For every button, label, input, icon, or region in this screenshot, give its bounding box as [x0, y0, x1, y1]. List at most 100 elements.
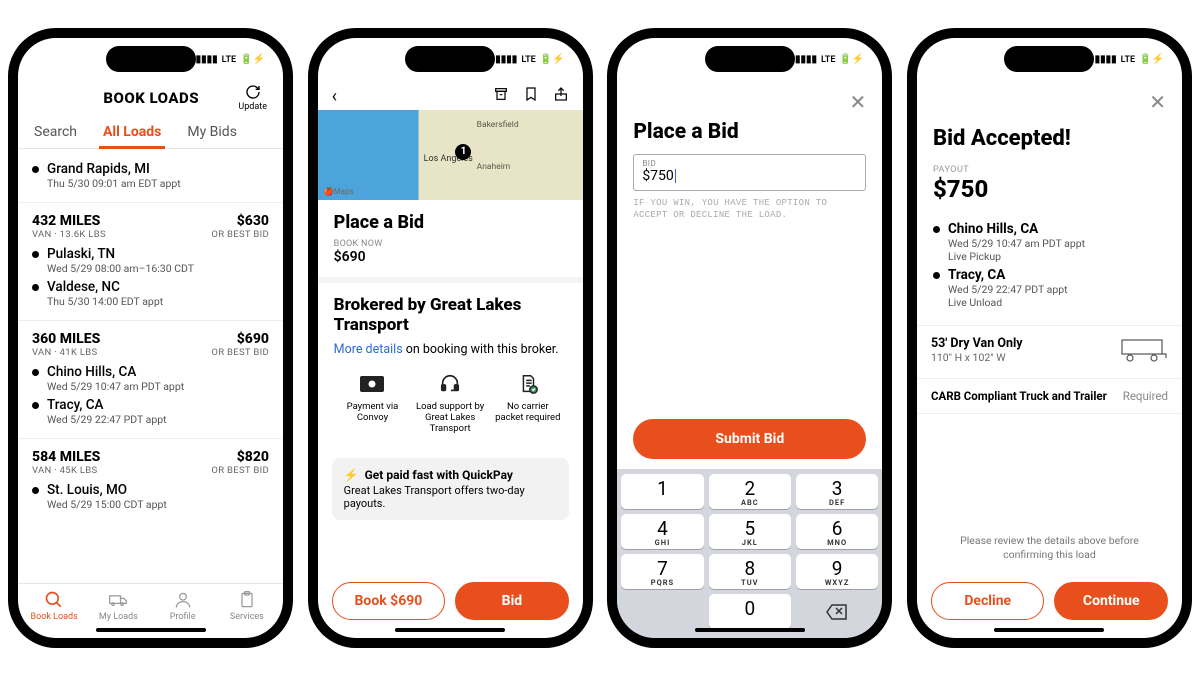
- key-9[interactable]: 9WXYZ: [796, 554, 878, 589]
- key-1[interactable]: 1: [621, 474, 703, 509]
- page-title: BOOK LOADS: [64, 89, 238, 107]
- battery-icon: 🔋⚡: [839, 54, 864, 65]
- bid-input-value: $750: [642, 168, 673, 184]
- stop-city: Pulaski, TN: [47, 246, 194, 262]
- home-indicator[interactable]: [96, 628, 206, 632]
- bid-input-label: BID: [642, 159, 857, 168]
- search-icon: [44, 590, 64, 610]
- key-3[interactable]: 3DEF: [796, 474, 878, 509]
- key-8[interactable]: 8TUV: [709, 554, 791, 589]
- accepted-title: Bid Accepted!: [933, 126, 1166, 151]
- stop-dot-icon: [32, 487, 39, 494]
- stop-city: Valdese, NC: [47, 279, 163, 295]
- compliance-value: Required: [1123, 389, 1168, 403]
- share-icon[interactable]: [553, 86, 569, 107]
- headset-icon: [415, 373, 485, 395]
- bid-disclaimer: IF YOU WIN, YOU HAVE THE OPTION TO ACCEP…: [633, 197, 866, 222]
- decline-button[interactable]: Decline: [931, 582, 1045, 620]
- load-card[interactable]: 584 MILESVAN · 45K LBS $820OR BEST BID S…: [18, 438, 283, 523]
- close-button[interactable]: ✕: [917, 82, 1182, 114]
- stop-time: Thu 5/30 09:01 am EDT appt: [47, 177, 181, 190]
- map-preview[interactable]: Los Angeles Bakersfield Anaheim 🍎Maps 1: [318, 110, 583, 200]
- key-7[interactable]: 7PQRS: [621, 554, 703, 589]
- key-0[interactable]: 0: [709, 594, 791, 629]
- load-price: $820: [211, 449, 269, 465]
- more-details-text: on booking with this broker.: [403, 342, 559, 357]
- section-title: Place a Bid: [334, 212, 567, 233]
- archive-icon[interactable]: [493, 86, 509, 107]
- more-details-link[interactable]: More details: [334, 342, 403, 357]
- home-indicator[interactable]: [994, 628, 1104, 632]
- stop-live: Live Pickup: [948, 250, 1085, 263]
- key-2[interactable]: 2ABC: [709, 474, 791, 509]
- key-5[interactable]: 5JKL: [709, 514, 791, 549]
- key-6[interactable]: 6MNO: [796, 514, 878, 549]
- nav-label: Profile: [170, 612, 196, 622]
- tab-all-loads[interactable]: All Loads: [99, 118, 165, 149]
- backspace-icon: [825, 603, 849, 621]
- load-card[interactable]: 360 MILESVAN · 41K LBS $690OR BEST BID C…: [18, 320, 283, 438]
- stop-dot-icon: [32, 166, 39, 173]
- nav-label: Book Loads: [30, 612, 77, 622]
- bid-input[interactable]: BID $750: [633, 154, 866, 191]
- bookmark-icon[interactable]: [523, 86, 539, 107]
- profile-icon: [173, 590, 193, 610]
- nav-label: Services: [230, 612, 264, 622]
- key-backspace[interactable]: [796, 594, 878, 629]
- tab-my-bids[interactable]: My Bids: [183, 118, 241, 148]
- load-distance: 432 MILES: [32, 213, 106, 229]
- stop-time: Wed 5/29 22:47 PDT appt: [948, 283, 1068, 296]
- payout-amount: $750: [933, 175, 1166, 203]
- back-button[interactable]: ‹: [332, 86, 337, 107]
- nav-my-loads[interactable]: My Loads: [86, 590, 150, 622]
- quickpay-title: Get paid fast with QuickPay: [365, 468, 513, 482]
- nav-book-loads[interactable]: Book Loads: [22, 590, 86, 622]
- battery-icon: 🔋⚡: [540, 54, 565, 65]
- stop-dot-icon: [32, 369, 39, 376]
- stop-time: Wed 5/29 10:47 am PDT appt: [47, 380, 184, 393]
- stop-city: Chino Hills, CA: [948, 221, 1085, 237]
- close-button[interactable]: ✕: [617, 82, 882, 114]
- network-label: LTE: [821, 55, 835, 65]
- continue-button[interactable]: Continue: [1054, 582, 1168, 620]
- home-indicator[interactable]: [695, 628, 805, 632]
- load-bid-note: OR BEST BID: [211, 465, 269, 476]
- trailer-icon: [1120, 336, 1168, 368]
- bid-button[interactable]: Bid: [455, 582, 569, 620]
- map-city-label: Bakersfield: [477, 120, 519, 130]
- stop-city: Tracy, CA: [47, 397, 167, 413]
- submit-bid-button[interactable]: Submit Bid: [633, 419, 866, 459]
- stop-city: Grand Rapids, MI: [47, 161, 181, 177]
- nav-services[interactable]: Services: [215, 590, 279, 622]
- stop-live: Live Unload: [948, 296, 1068, 309]
- stop-city: St. Louis, MO: [47, 482, 167, 498]
- key-4[interactable]: 4GHI: [621, 514, 703, 549]
- load-card[interactable]: 432 MILES VAN · 13.6K LBS $630 OR BEST B…: [18, 202, 283, 320]
- signal-icon: ▮▮▮▮: [795, 54, 817, 65]
- nav-profile[interactable]: Profile: [151, 590, 215, 622]
- book-button[interactable]: Book $690: [332, 582, 446, 620]
- clipboard-icon: [237, 590, 257, 610]
- modal-title: Place a Bid: [633, 120, 866, 144]
- stop-dot-icon: [933, 272, 940, 279]
- update-button[interactable]: Update: [238, 84, 267, 112]
- signal-icon: ▮▮▮▮: [1095, 54, 1117, 65]
- load-meta: VAN · 41K LBS: [32, 347, 100, 358]
- text-cursor: [675, 169, 676, 183]
- map-pin-icon: 1: [455, 144, 471, 160]
- home-indicator[interactable]: [395, 628, 505, 632]
- broker-title: Brokered by Great Lakes Transport: [334, 295, 567, 336]
- numeric-keypad: 1 2ABC 3DEF 4GHI 5JKL 6MNO 7PQRS 8TUV 9W…: [617, 469, 882, 638]
- stop-city: Chino Hills, CA: [47, 364, 184, 380]
- tab-search[interactable]: Search: [30, 118, 81, 148]
- load-price: $690: [211, 331, 269, 347]
- stop-time: Wed 5/29 08:00 am–16:30 CDT: [47, 262, 194, 275]
- stop-dot-icon: [32, 251, 39, 258]
- key-blank: [621, 594, 703, 629]
- quickpay-banner: ⚡Get paid fast with QuickPay Great Lakes…: [332, 458, 569, 520]
- signal-icon: ▮▮▮▮: [196, 54, 218, 65]
- load-meta: VAN · 45K LBS: [32, 465, 100, 476]
- stop-city: Tracy, CA: [948, 267, 1068, 283]
- review-note: Please review the details above before c…: [917, 516, 1182, 569]
- load-distance: 360 MILES: [32, 331, 100, 347]
